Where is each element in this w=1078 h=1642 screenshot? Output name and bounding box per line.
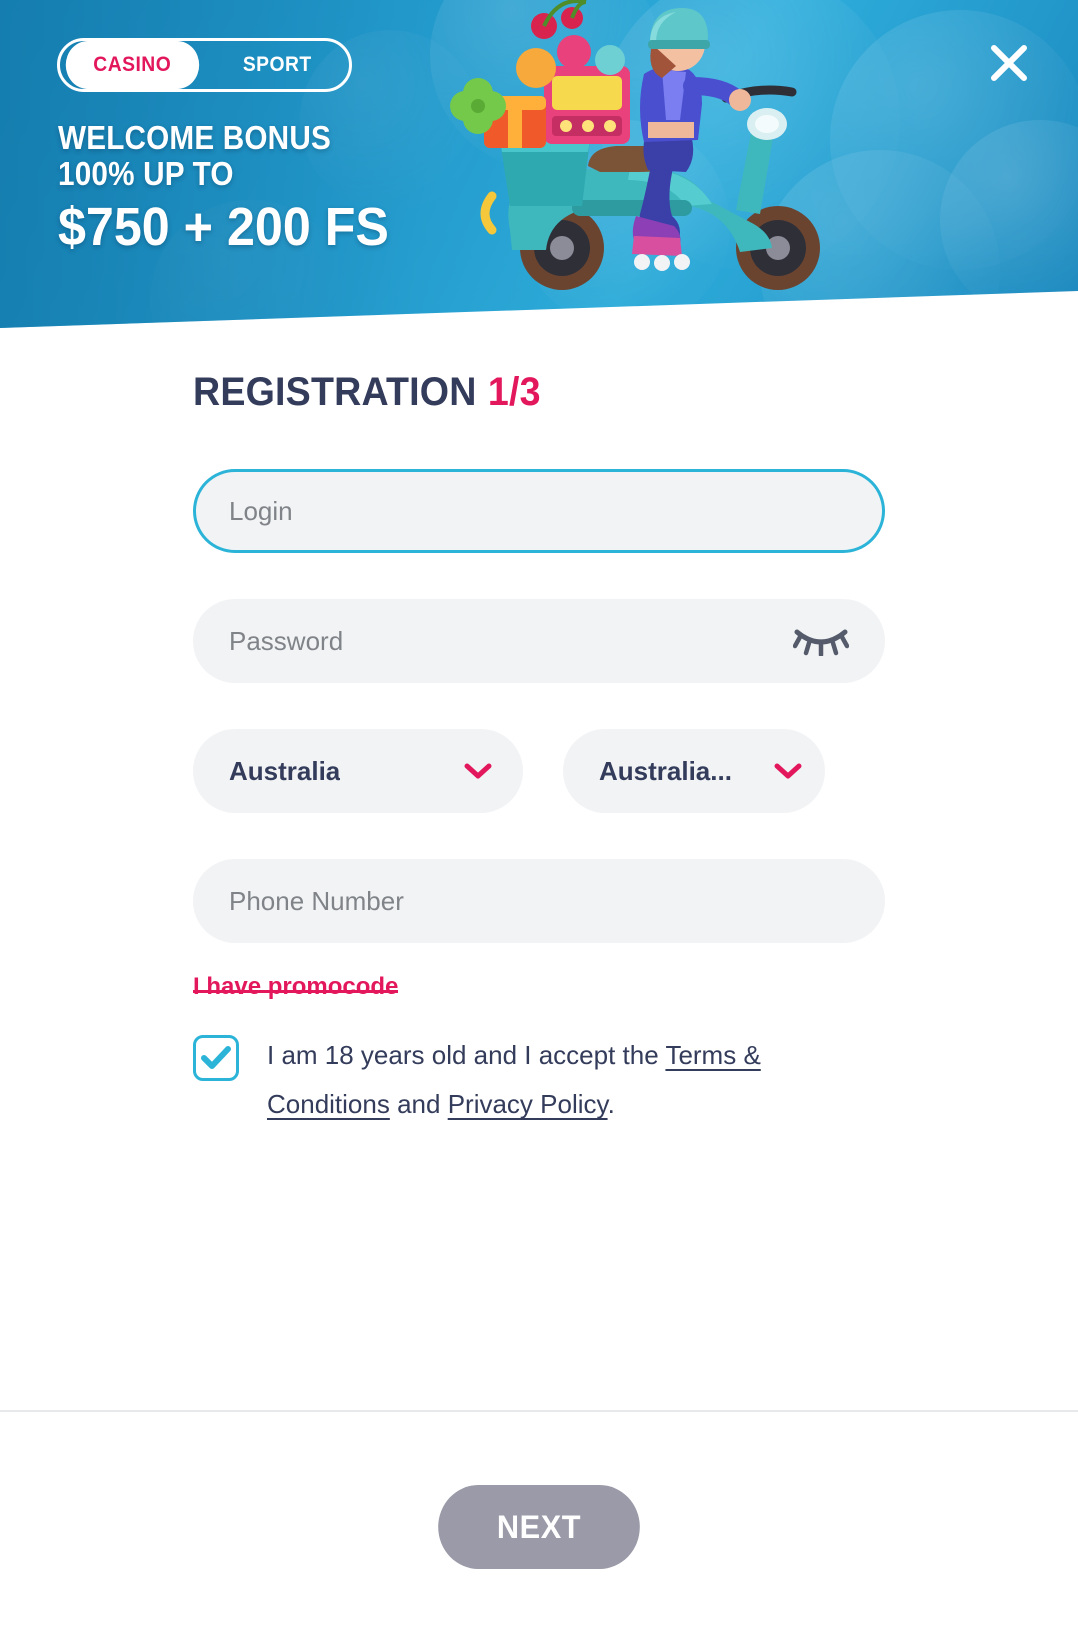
chevron-down-icon — [773, 762, 803, 780]
casino-sport-toggle[interactable]: CASINO SPORT — [57, 38, 352, 92]
privacy-policy-link[interactable]: Privacy Policy — [448, 1089, 608, 1119]
terms-agreement-row: I am 18 years old and I accept the Terms… — [193, 1031, 885, 1129]
promocode-link[interactable]: I have promocode — [193, 975, 399, 999]
login-placeholder: Login — [229, 495, 293, 526]
bonus-line-3: $750 + 200 FS — [58, 197, 389, 257]
next-button[interactable]: NEXT — [438, 1485, 640, 1569]
close-button[interactable] — [978, 32, 1040, 94]
eye-off-icon[interactable] — [792, 626, 850, 658]
state-select[interactable]: Australia... — [563, 729, 825, 813]
page-title: REGISTRATION 1/3 — [193, 370, 843, 415]
terms-text: I am 18 years old and I accept the Terms… — [267, 1031, 885, 1129]
terms-checkbox[interactable] — [193, 1035, 239, 1081]
terms-text-after: . — [607, 1089, 615, 1119]
phone-placeholder: Phone Number — [229, 885, 404, 916]
terms-text-middle: and — [389, 1089, 448, 1119]
page-title-text: REGISTRATION — [193, 370, 477, 414]
chevron-down-icon — [463, 762, 493, 780]
check-icon — [201, 1046, 231, 1069]
promo-banner: CASINO SPORT WELCOME BONUS 100% UP TO $7… — [0, 0, 1078, 328]
terms-text-before: I am 18 years old and I accept the — [267, 1040, 666, 1070]
bonus-text: WELCOME BONUS 100% UP TO $750 + 200 FS — [58, 120, 414, 258]
registration-modal: CASINO SPORT WELCOME BONUS 100% UP TO $7… — [0, 0, 1078, 1642]
password-input[interactable]: Password — [193, 599, 885, 683]
location-selects-row: Australia Australia... — [193, 729, 885, 813]
phone-input[interactable]: Phone Number — [193, 859, 885, 943]
bonus-line-2: 100% UP TO — [58, 155, 234, 192]
close-icon — [991, 45, 1027, 81]
country-select[interactable]: Australia — [193, 729, 523, 813]
bonus-line-1: WELCOME BONUS — [58, 119, 331, 156]
password-placeholder: Password — [229, 625, 344, 656]
country-select-value: Australia — [229, 755, 341, 786]
state-select-value: Australia... — [599, 755, 732, 786]
scooter-illustration — [450, 0, 820, 290]
form-footer: NEXT — [0, 1410, 1078, 1642]
login-input[interactable]: Login — [193, 469, 885, 553]
toggle-casino[interactable]: CASINO — [65, 41, 199, 89]
step-indicator: 1/3 — [487, 370, 541, 414]
toggle-sport[interactable]: SPORT — [210, 41, 343, 89]
